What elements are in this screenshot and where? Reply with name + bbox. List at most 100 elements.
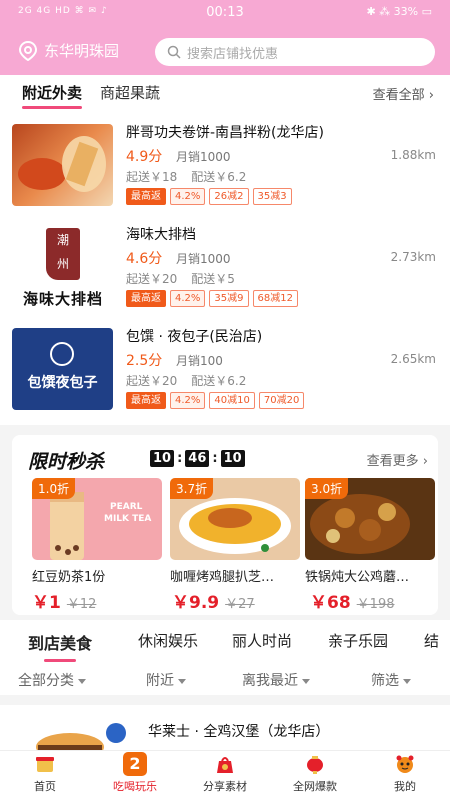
search-icon	[167, 45, 181, 59]
deal-original-price: ￥12	[66, 597, 97, 612]
store-fees: 起送￥20 配送￥6.2	[126, 372, 246, 389]
discount-badge: 3.7折	[170, 478, 214, 499]
cashback-rate-tag: 4.2%	[170, 290, 206, 307]
nav-home-label: 首页	[34, 780, 56, 793]
logo-text: 包馔夜包子	[27, 375, 98, 391]
chevron-right-icon: ›	[428, 88, 434, 103]
tab-grocery[interactable]: 商超果蔬	[100, 82, 160, 103]
store-distance: 2.73km	[390, 250, 436, 264]
discount-tag: 35减9	[209, 290, 249, 307]
min-order: 起送￥20	[126, 272, 178, 286]
store-name: 海味大排档	[126, 227, 196, 243]
filter-screen[interactable]: 筛选	[371, 670, 411, 690]
discount-tag: 68减12	[252, 290, 298, 307]
store-monthly-sales: 月销1000	[176, 150, 231, 164]
tab-nearby-delivery[interactable]: 附近外卖	[22, 82, 83, 109]
store-card[interactable]: 潮 州 海味大排档 海味大排档 4.6分 月销1000 2.73km 起送￥20…	[0, 226, 450, 321]
store-card[interactable]: 胖哥功夫卷饼-南昌拌粉(龙华店) 4.9分 月销1000 1.88km 起送￥1…	[0, 124, 450, 219]
logo-seal-mid: 州	[56, 257, 69, 271]
deal-card[interactable]: 1.0折 PEARL MILK TEA	[32, 478, 162, 560]
deal-label: PEARL	[110, 502, 143, 512]
delivery-fee: 配送￥6.2	[191, 170, 247, 184]
logo-circle	[50, 342, 74, 366]
deal-price: ￥9.9	[172, 593, 220, 613]
shop-name: 华莱士 · 全鸡汉堡（龙华店）	[148, 724, 330, 740]
store-fees: 起送￥20 配送￥5	[126, 270, 235, 287]
timer-minutes: 46	[185, 450, 210, 467]
nav-eat-play-label: 吃喝玩乐	[113, 780, 157, 793]
discount-tag: 26减2	[209, 188, 249, 205]
deal-card[interactable]: 3.0折	[305, 478, 435, 560]
see-all-link[interactable]: 查看全部 ›	[373, 84, 434, 103]
status-right: ✱ ⁂ 33% ▭	[366, 5, 432, 18]
tiger-icon	[396, 755, 414, 773]
deal-name: 红豆奶茶1份	[32, 570, 106, 585]
store-rating: 4.6分	[126, 251, 163, 267]
filter-all-categories[interactable]: 全部分类	[18, 670, 86, 690]
see-all-label: 查看全部	[372, 88, 425, 103]
location-name: 东华明珠园	[44, 42, 120, 60]
discount-tag: 40减10	[209, 392, 255, 409]
home-icon	[36, 757, 54, 772]
deal-original-price: ￥27	[225, 597, 255, 612]
search-placeholder: 搜索店铺找优惠	[187, 46, 279, 62]
deal-price: ￥1	[32, 593, 61, 613]
gift-bag-icon	[217, 757, 233, 773]
store-card[interactable]: 包馔夜包子 包馔 · 夜包子(民治店) 2.5分 月销100 2.65km 起送…	[0, 328, 450, 423]
timer-hours: 10	[150, 450, 175, 467]
countdown-timer: 10: 46: 10	[150, 450, 245, 467]
deal-label: MILK TEA	[104, 514, 152, 524]
min-order: 起送￥18	[126, 170, 178, 184]
nav-mine[interactable]: 我的	[360, 752, 450, 794]
logo-seal-top: 潮	[56, 233, 69, 247]
tab-family[interactable]: 亲子乐园	[328, 630, 388, 651]
store-fees: 起送￥18 配送￥6.2	[126, 168, 246, 185]
lantern-icon	[307, 756, 323, 774]
store-tags: 最高返 4.2% 35减9 68减12	[126, 290, 298, 307]
discount-badge: 1.0折	[32, 478, 76, 499]
store-thumbnail: 潮 州 海味大排档	[12, 226, 113, 308]
store-thumbnail: 包馔夜包子	[12, 328, 113, 410]
nav-share[interactable]: 分享素材	[180, 752, 270, 794]
discount-badge: 3.0折	[305, 478, 349, 499]
discount-tag: 70减20	[258, 392, 305, 409]
nav-mine-label: 我的	[394, 780, 416, 793]
store-monthly-sales: 月销1000	[176, 252, 231, 266]
nav-share-label: 分享素材	[203, 780, 247, 793]
store-tags: 最高返 4.2% 40减10 70减20	[126, 392, 305, 409]
tab-leisure[interactable]: 休闲娱乐	[138, 630, 198, 651]
cashback-tag: 最高返	[126, 290, 166, 307]
search-input[interactable]: 搜索店铺找优惠	[155, 38, 435, 66]
nav-home[interactable]: 首页	[0, 752, 90, 794]
logo-seal: 潮 州	[46, 228, 80, 280]
deal-card[interactable]: 3.7折	[170, 478, 300, 560]
store-name: 包馔 · 夜包子(民治店)	[126, 329, 263, 345]
deal-price-row: ￥68 ￥198	[310, 588, 395, 613]
store-rating: 2.5分	[126, 353, 163, 369]
deal-name: 咖喱烤鸡腿扒芝…	[170, 570, 275, 585]
delivery-fee: 配送￥6.2	[191, 374, 247, 388]
nav-hot[interactable]: 全网爆款	[270, 752, 360, 794]
delivery-tabs: 附近外卖 商超果蔬	[22, 82, 160, 109]
tab-more[interactable]: 结	[424, 630, 439, 651]
location-pin-icon	[18, 40, 38, 61]
store-name: 胖哥功夫卷饼-南昌拌粉(龙华店)	[126, 125, 324, 141]
store-thumbnail	[12, 124, 113, 206]
store-rating: 4.9分	[126, 149, 163, 165]
store-tags: 最高返 4.2% 26减2 35减3	[126, 188, 292, 205]
filter-sort-distance[interactable]: 离我最近	[242, 670, 310, 690]
chevron-right-icon: ›	[422, 454, 428, 469]
cashback-rate-tag: 4.2%	[170, 392, 206, 409]
cashback-tag: 最高返	[126, 188, 166, 205]
tab-beauty[interactable]: 丽人时尚	[232, 630, 292, 651]
location-selector[interactable]: 东华明珠园	[18, 40, 119, 61]
cashback-tag: 最高返	[126, 392, 166, 409]
filter-nearby[interactable]: 附近	[146, 670, 186, 690]
store-monthly-sales: 月销100	[176, 354, 223, 368]
nav-eat-play[interactable]: 2 吃喝玩乐	[90, 752, 180, 794]
discount-tag: 35减3	[252, 188, 292, 205]
deal-name: 铁锅炖大公鸡蘑…	[305, 570, 410, 585]
deal-original-price: ￥198	[356, 597, 395, 612]
see-more-link[interactable]: 查看更多 ›	[367, 450, 428, 469]
tab-dine-in[interactable]: 到店美食	[28, 630, 92, 662]
